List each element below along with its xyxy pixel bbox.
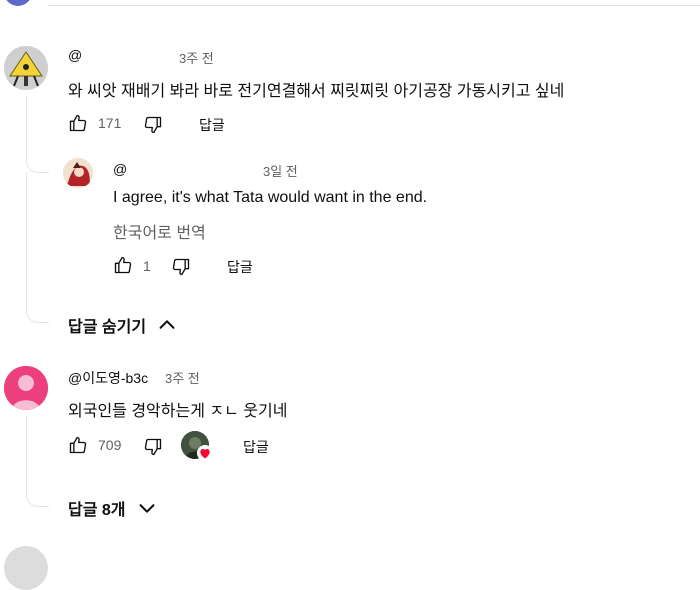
reply-button[interactable]: 답글 xyxy=(243,437,269,457)
thread-connector xyxy=(26,296,49,323)
comment-text: 외국인들 경악하는게 ㅈㄴ 웃기네 xyxy=(68,403,288,420)
divider xyxy=(48,5,700,6)
translate-link[interactable]: 한국어로 번역 xyxy=(113,219,206,243)
comment-author[interactable]: @이도영-b3c xyxy=(68,368,148,388)
hide-replies-label: 답글 숨기기 xyxy=(68,319,147,336)
thread-connector xyxy=(26,478,49,507)
show-replies-button[interactable]: 답글 8개 xyxy=(68,496,158,520)
chevron-down-icon xyxy=(136,497,158,519)
thumbs-down-icon[interactable] xyxy=(171,257,191,277)
thread-line xyxy=(26,172,27,300)
thumbs-up-icon[interactable] xyxy=(68,113,88,133)
reply-button[interactable]: 답글 xyxy=(199,115,225,135)
show-replies-label: 답글 8개 xyxy=(68,502,126,519)
top-avatar-partial xyxy=(4,0,32,6)
like-count: 171 xyxy=(98,115,122,131)
reply-timestamp[interactable]: 3일 전 xyxy=(263,161,298,180)
reply-author[interactable]: @ xyxy=(113,161,127,177)
avatar[interactable] xyxy=(4,46,48,90)
comment-author[interactable]: @ xyxy=(68,47,82,63)
thread-line xyxy=(26,416,27,482)
reply-button[interactable]: 답글 xyxy=(227,257,253,277)
thumbs-up-icon[interactable] xyxy=(68,435,88,455)
thumbs-down-icon[interactable] xyxy=(143,115,163,135)
comment-text: 와 씨앗 재배기 봐라 바로 전기연결해서 찌릿찌릿 아기공장 가동시키고 싶네 xyxy=(68,83,565,100)
comment-timestamp[interactable]: 3주 전 xyxy=(179,48,214,67)
avatar[interactable] xyxy=(4,366,48,410)
creator-heart-badge xyxy=(181,431,213,463)
like-count: 709 xyxy=(98,437,122,453)
thumbs-up-icon[interactable] xyxy=(113,255,133,275)
heart-icon xyxy=(197,445,213,461)
thread-line xyxy=(26,96,27,156)
reply-avatar[interactable] xyxy=(63,158,93,188)
reply-text: I agree, it's what Tata would want in th… xyxy=(113,189,428,206)
like-count: 1 xyxy=(143,258,151,274)
thumbs-down-icon[interactable] xyxy=(143,437,163,457)
hide-replies-button[interactable]: 답글 숨기기 xyxy=(68,313,178,337)
thread-connector xyxy=(26,150,49,173)
chevron-up-icon xyxy=(156,314,178,336)
comment-timestamp[interactable]: 3주 전 xyxy=(165,368,200,387)
